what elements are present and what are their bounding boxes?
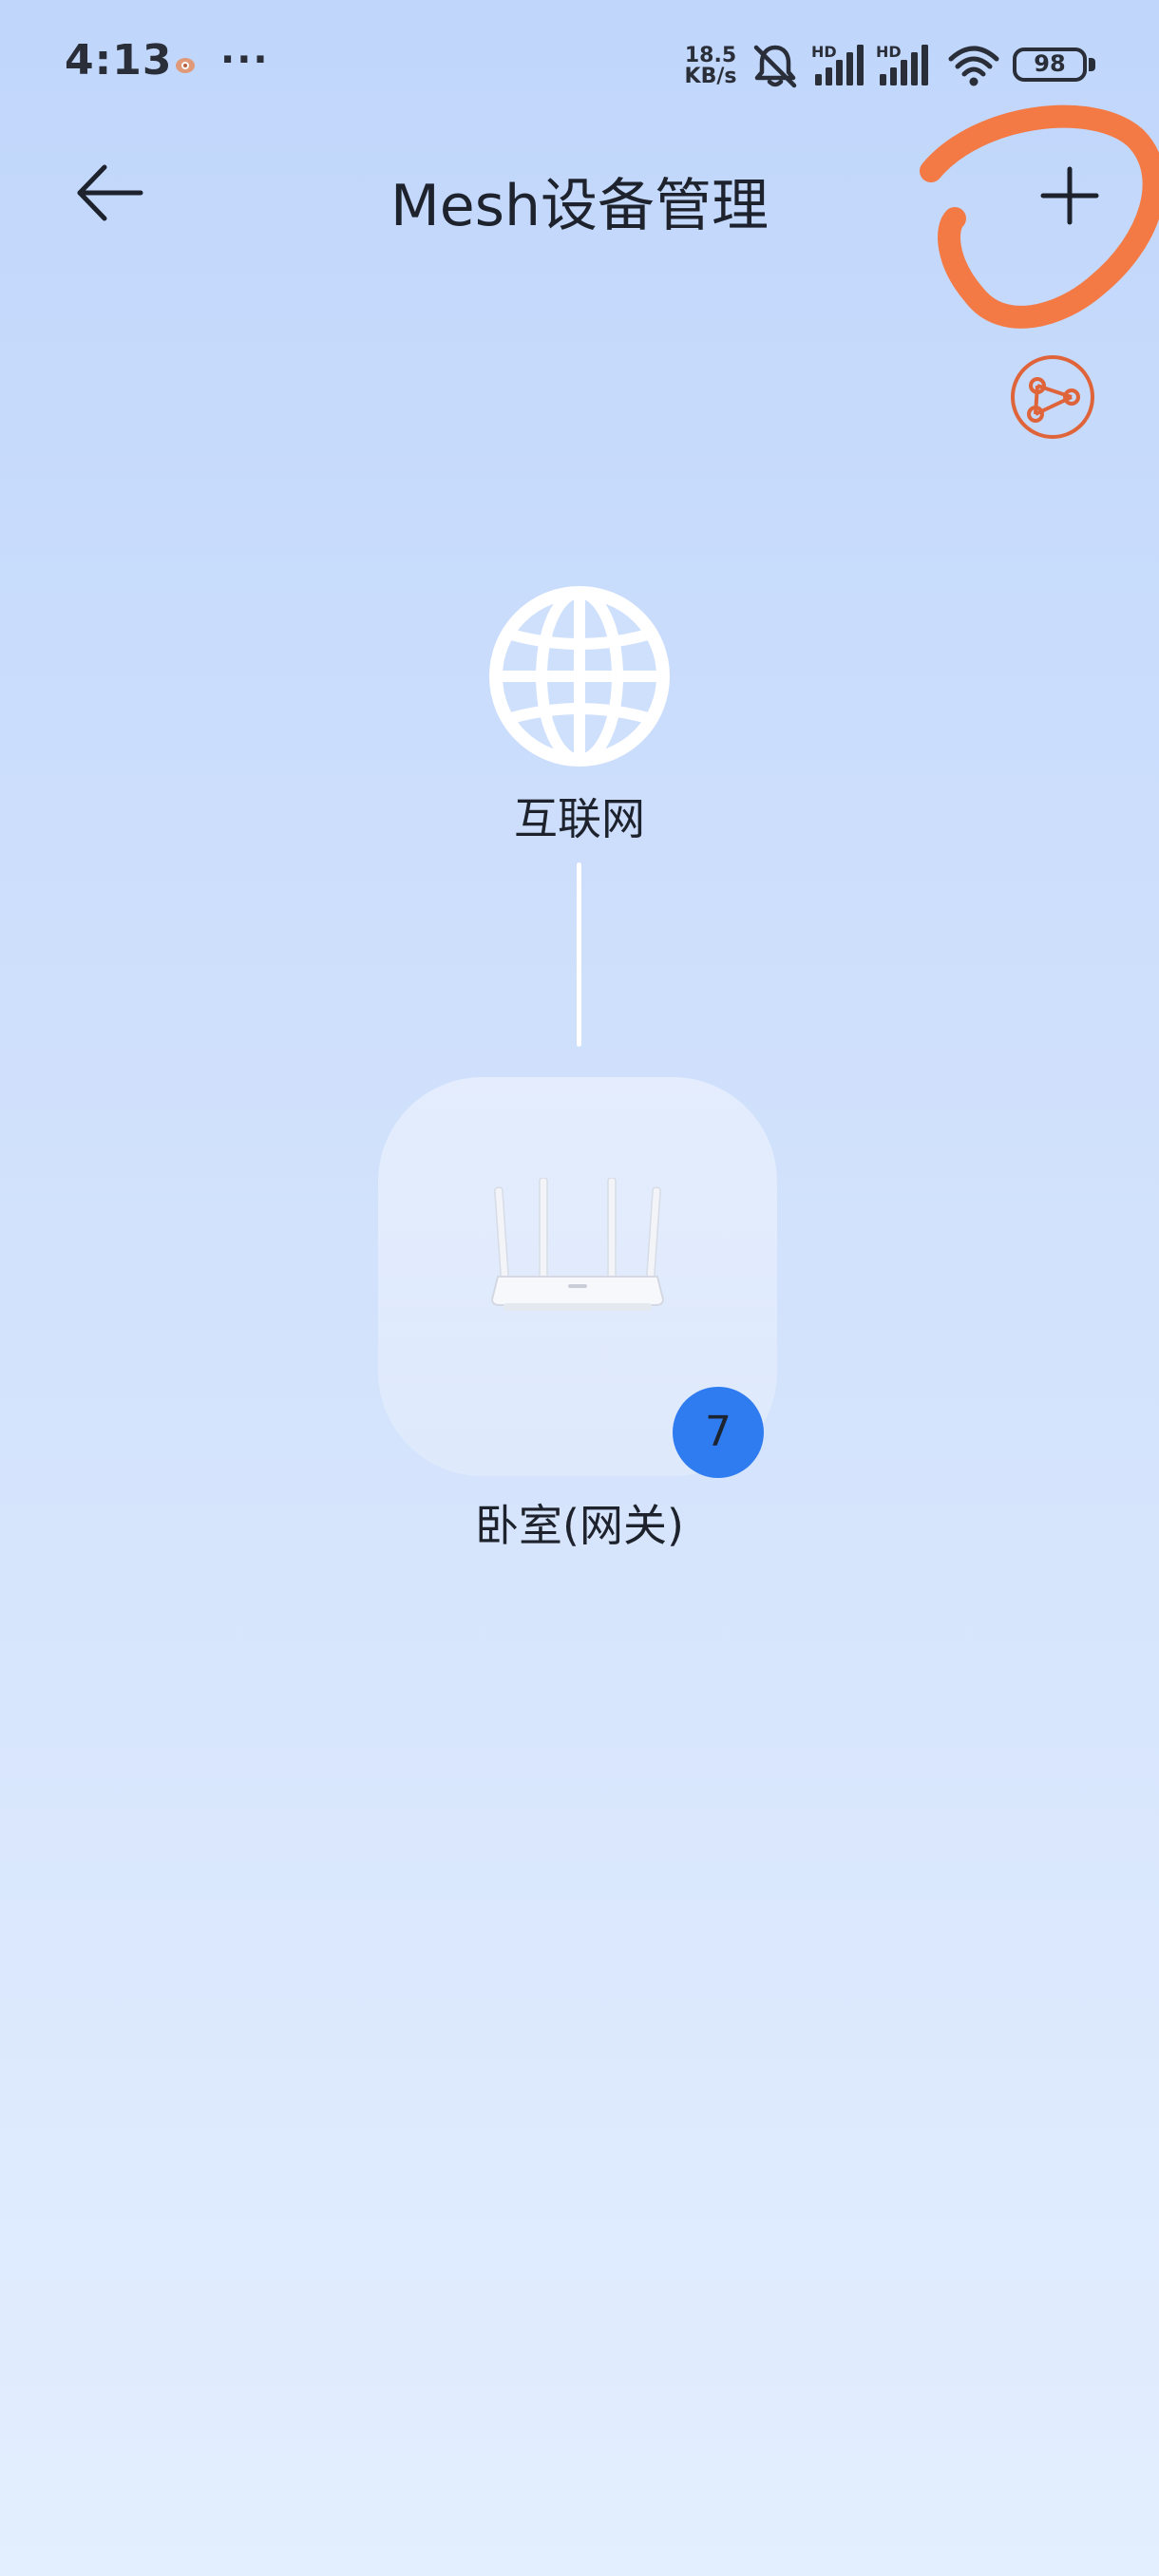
plus-icon[interactable] bbox=[1032, 158, 1108, 234]
router-label: 卧室(网关) bbox=[475, 1500, 684, 1551]
signal-hd-label: HD bbox=[811, 43, 837, 61]
battery-icon: 98 bbox=[1013, 47, 1098, 85]
signal-icon: HD bbox=[876, 42, 935, 89]
arrow-left-icon[interactable] bbox=[74, 160, 150, 226]
network-speed-unit: KB/s bbox=[684, 65, 737, 88]
internet-label: 互联网 bbox=[514, 793, 645, 844]
wifi-icon bbox=[948, 46, 999, 86]
status-more-icon: ··· bbox=[220, 38, 270, 82]
page-title: Mesh设备管理 bbox=[390, 173, 769, 239]
mute-bell-icon bbox=[753, 45, 797, 88]
network-speed-value: 18.5 bbox=[684, 44, 737, 67]
globe-icon[interactable] bbox=[484, 581, 674, 771]
topology-icon[interactable] bbox=[1009, 353, 1096, 441]
signal-hd-label: HD bbox=[876, 43, 902, 61]
network-speed: 18.5 KB/s bbox=[682, 46, 739, 87]
app-notification-icon bbox=[176, 58, 195, 73]
router-icon bbox=[490, 1178, 665, 1311]
battery-level: 98 bbox=[1034, 50, 1066, 77]
signal-icon: HD bbox=[811, 42, 868, 89]
connection-line bbox=[577, 862, 581, 1047]
status-time: 4:13 bbox=[65, 36, 173, 85]
device-count-badge[interactable]: 7 bbox=[673, 1387, 764, 1478]
